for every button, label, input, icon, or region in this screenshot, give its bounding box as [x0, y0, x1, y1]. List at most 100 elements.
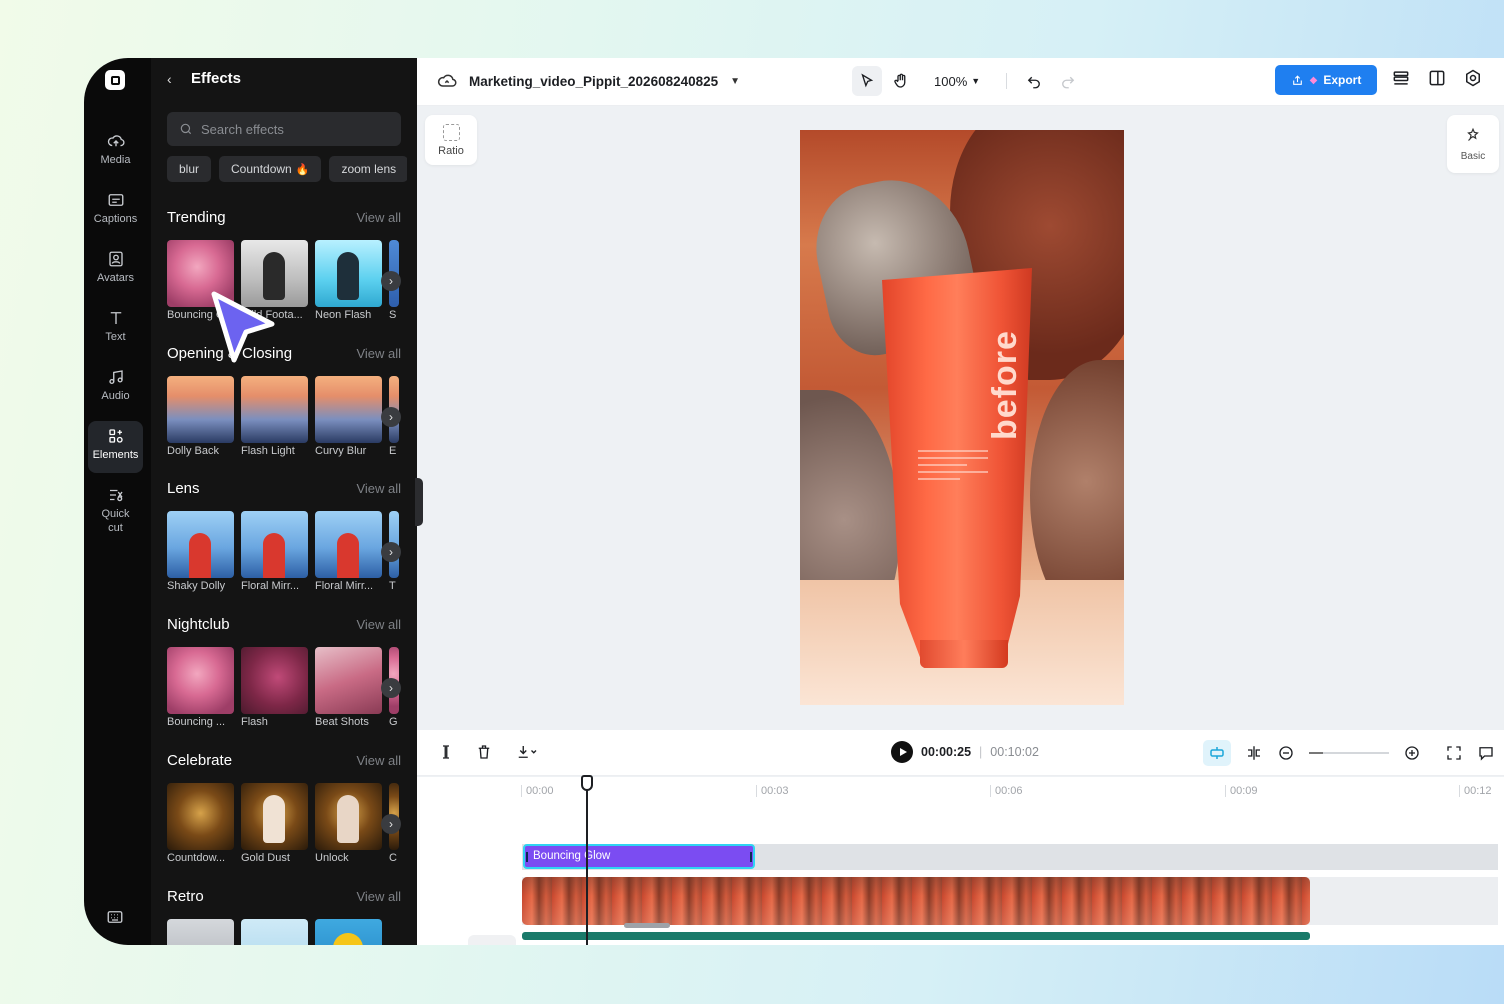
view-all-link[interactable]: View all [356, 617, 401, 632]
tube-text: before [986, 330, 1024, 440]
effect-tile[interactable]: Beat Shots [315, 647, 382, 729]
effect-thumbnail [315, 919, 382, 945]
split-icon[interactable] [437, 743, 455, 761]
panel-header: ‹ Effects [167, 70, 241, 87]
effect-tile[interactable]: Flash Light [241, 376, 308, 458]
chip-countdown[interactable]: Countdown 🔥 [219, 156, 322, 182]
layers-icon[interactable] [1391, 68, 1411, 88]
effect-tile[interactable]: Neon Flash [315, 240, 382, 322]
undo-button[interactable] [1019, 66, 1049, 96]
view-all-link[interactable]: View all [356, 210, 401, 225]
effect-label: T [389, 580, 396, 592]
fullscreen-icon[interactable] [1445, 744, 1463, 762]
effect-tile[interactable]: Gold Dust [241, 783, 308, 865]
effect-tile[interactable]: Floral Mirr... [241, 511, 308, 593]
split-view-icon[interactable] [1427, 68, 1447, 88]
download-icon[interactable] [513, 743, 541, 761]
effect-thumbnail [167, 511, 234, 578]
next-arrow-icon[interactable]: › [381, 271, 401, 291]
current-time: 00:00:25 [921, 745, 972, 759]
project-name: Marketing_video_Pippit_202608240825 [469, 73, 719, 89]
chip-label: zoom lens [341, 162, 397, 176]
rail-item-media[interactable]: Media [88, 126, 143, 178]
basic-panel-button[interactable]: Basic [1447, 115, 1499, 173]
zoom-dropdown[interactable]: 100% ▼ [934, 74, 980, 89]
snap-toggle[interactable] [1203, 740, 1231, 766]
settings-icon[interactable] [1463, 68, 1483, 88]
time-divider: | [979, 745, 983, 759]
view-all-link[interactable]: View all [356, 753, 401, 768]
app-logo-icon[interactable] [105, 70, 125, 90]
captions-icon [108, 194, 123, 206]
timeline-zoom-slider[interactable] [1309, 752, 1389, 754]
redo-button[interactable] [1053, 66, 1083, 96]
effect-label: Gold Dust [241, 852, 290, 864]
effect-tile[interactable] [315, 919, 382, 945]
rail-item-text[interactable]: Text [88, 303, 143, 355]
effect-tile[interactable]: Shaky Dolly [167, 511, 234, 593]
ratio-button[interactable]: Ratio [425, 115, 477, 165]
rail-item-captions[interactable]: Captions [88, 185, 143, 237]
rail-item-elements[interactable]: Elements [88, 421, 143, 473]
export-button[interactable]: ◆ Export [1275, 65, 1377, 95]
top-right-actions [1391, 68, 1483, 88]
video-clip[interactable] [522, 877, 1310, 925]
rail-item-audio[interactable]: Audio [88, 362, 143, 414]
ruler-tick: 00:06 [990, 785, 1023, 797]
zoom-out-icon[interactable] [1277, 744, 1295, 762]
view-all-link[interactable]: View all [356, 346, 401, 361]
project-title[interactable]: Marketing_video_Pippit_202608240825 ▼ [437, 71, 740, 91]
next-arrow-icon[interactable]: › [381, 407, 401, 427]
chevron-down-icon: ▼ [971, 76, 981, 86]
audio-clip[interactable] [522, 932, 1310, 940]
select-tool-button[interactable] [852, 66, 882, 96]
playhead-handle[interactable] [581, 775, 593, 791]
effect-clip[interactable]: Bouncing Glow [523, 844, 755, 869]
align-split-icon[interactable] [1245, 744, 1263, 762]
view-all-link[interactable]: View all [356, 889, 401, 904]
clip-handle-right[interactable] [750, 852, 752, 862]
effect-tile[interactable]: Dolly Back [167, 376, 234, 458]
view-all-link[interactable]: View all [356, 481, 401, 496]
hand-tool-button[interactable] [886, 66, 916, 96]
music-note-icon [108, 370, 123, 385]
back-chevron-icon[interactable]: ‹ [167, 71, 181, 87]
video-preview[interactable]: before [800, 130, 1124, 705]
panel-collapse-handle[interactable] [415, 478, 423, 526]
keyboard-icon[interactable] [106, 908, 124, 926]
next-arrow-icon[interactable]: › [381, 542, 401, 562]
rail-item-avatars[interactable]: Avatars [88, 244, 143, 296]
chip-blur[interactable]: blur [167, 156, 212, 182]
edit-track-button[interactable] [468, 935, 516, 945]
effect-thumbnail [167, 376, 234, 443]
chevron-down-icon[interactable]: ▼ [730, 76, 740, 87]
effect-tile[interactable]: Floral Mirr... [315, 511, 382, 593]
effect-label: Beat Shots [315, 716, 369, 728]
play-button[interactable] [891, 741, 913, 763]
rail-item-quick-cut[interactable]: Quick cut [88, 480, 143, 542]
effect-tile[interactable] [241, 919, 308, 945]
effect-tile[interactable] [167, 919, 234, 945]
rail-label: Text [105, 331, 126, 343]
avatar-icon [108, 251, 123, 267]
trash-icon[interactable] [475, 743, 493, 761]
effect-tile[interactable]: Curvy Blur [315, 376, 382, 458]
comment-icon[interactable] [1477, 744, 1495, 762]
next-arrow-icon[interactable]: › [381, 678, 401, 698]
clip-handle-left[interactable] [526, 852, 528, 862]
effect-tile[interactable]: Unlock [315, 783, 382, 865]
chip-zoom-lens[interactable]: zoom lens [329, 156, 407, 182]
playhead[interactable] [586, 775, 588, 945]
zoom-in-icon[interactable] [1403, 744, 1421, 762]
effects-panel: ‹ Effects blur Countdown🔥 zoom lens Tren… [151, 58, 417, 945]
effect-tile[interactable]: Bouncing ... [167, 647, 234, 729]
search-input[interactable] [201, 121, 391, 137]
effect-tile[interactable]: Flash [241, 647, 308, 729]
cloud-upload-icon [107, 135, 125, 147]
play-icon [899, 748, 907, 756]
next-arrow-icon[interactable]: › [381, 814, 401, 834]
timeline[interactable]: 00:00 00:03 00:06 00:09 00:12 Bouncing G… [417, 777, 1504, 945]
timeline-scrollbar[interactable] [624, 923, 670, 928]
search-box[interactable] [167, 112, 401, 146]
effect-tile[interactable]: Countdow... [167, 783, 234, 865]
